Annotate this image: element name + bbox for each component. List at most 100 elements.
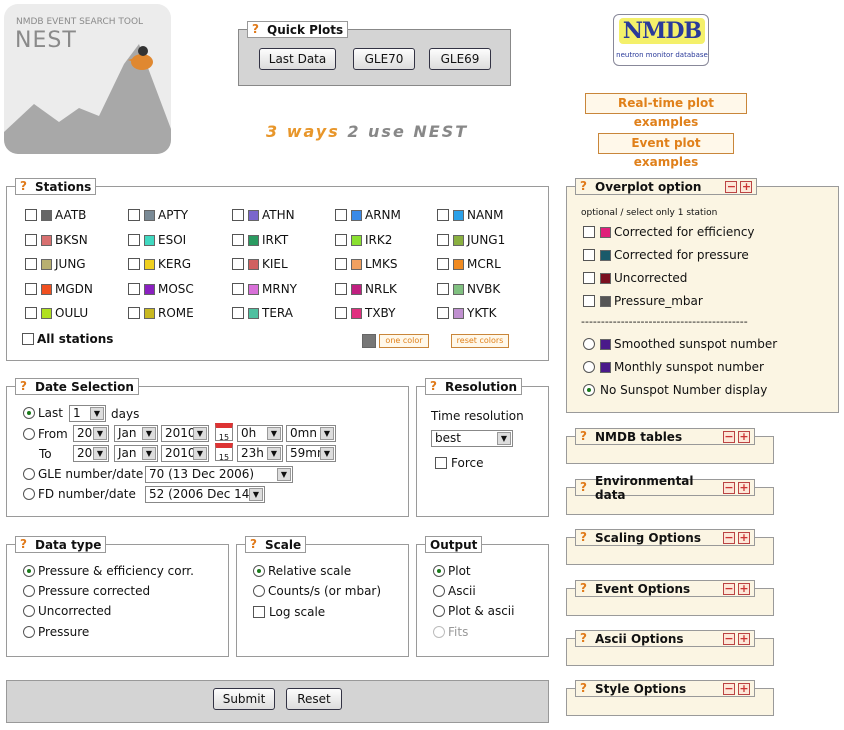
- counts-option[interactable]: Counts/s (or mbar): [253, 584, 381, 598]
- panel-legend[interactable]: ? Ascii Options − +: [575, 630, 755, 647]
- collapse-icon[interactable]: −: [723, 632, 735, 645]
- panel-legend[interactable]: ? Scaling Options − +: [575, 529, 755, 546]
- overplot-color-swatch[interactable]: [600, 226, 611, 238]
- from-month-select[interactable]: Jan ▼: [114, 425, 158, 442]
- collapse-icon[interactable]: −: [723, 531, 735, 544]
- station-color-swatch[interactable]: [144, 307, 155, 319]
- help-icon[interactable]: ?: [577, 429, 590, 444]
- last-days-select[interactable]: 1 ▼: [69, 405, 106, 422]
- help-icon[interactable]: ?: [17, 379, 30, 394]
- station-color-swatch[interactable]: [453, 283, 464, 295]
- station-color-swatch[interactable]: [351, 283, 362, 295]
- output-radio[interactable]: [433, 585, 445, 597]
- resolution-select[interactable]: best ▼: [431, 430, 513, 447]
- station-option[interactable]: ATHN: [232, 208, 295, 222]
- station-color-swatch[interactable]: [41, 283, 52, 295]
- station-option[interactable]: ARNM: [335, 208, 401, 222]
- station-color-swatch[interactable]: [41, 234, 52, 246]
- station-checkbox[interactable]: [335, 307, 347, 319]
- station-checkbox[interactable]: [437, 234, 449, 246]
- station-checkbox[interactable]: [25, 234, 37, 246]
- nmdb-logo[interactable]: NMDB neutron monitor database: [613, 14, 709, 66]
- from-option[interactable]: From: [23, 427, 68, 441]
- station-checkbox[interactable]: [335, 258, 347, 270]
- to-year-select[interactable]: 2010 ▼: [161, 445, 209, 462]
- output-option[interactable]: Plot & ascii: [433, 604, 514, 618]
- output-radio[interactable]: [433, 565, 445, 577]
- from-day-select[interactable]: 20 ▼: [73, 425, 109, 442]
- log-scale-option[interactable]: Log scale: [253, 605, 325, 619]
- gle-radio[interactable]: [23, 468, 35, 480]
- station-option[interactable]: IRKT: [232, 233, 288, 247]
- expand-icon[interactable]: +: [738, 682, 750, 695]
- station-option[interactable]: TXBY: [335, 306, 395, 320]
- station-color-swatch[interactable]: [144, 258, 155, 270]
- station-option[interactable]: JUNG: [25, 257, 86, 271]
- station-checkbox[interactable]: [128, 234, 140, 246]
- output-radio[interactable]: [433, 605, 445, 617]
- overplot-checkbox[interactable]: [583, 226, 595, 238]
- last-data-button[interactable]: Last Data: [259, 48, 336, 70]
- one-color-swatch[interactable]: [362, 334, 376, 348]
- station-color-swatch[interactable]: [144, 209, 155, 221]
- from-minute-select[interactable]: 0mn ▼: [286, 425, 336, 442]
- help-icon[interactable]: ?: [577, 179, 590, 194]
- datatype-radio[interactable]: [23, 565, 35, 577]
- panel-legend[interactable]: ? Event Options − +: [575, 580, 755, 597]
- all-stations-checkbox[interactable]: [22, 333, 34, 345]
- station-checkbox[interactable]: [437, 209, 449, 221]
- station-checkbox[interactable]: [25, 283, 37, 295]
- help-icon[interactable]: ?: [577, 480, 590, 495]
- sunspot-color-swatch[interactable]: [600, 361, 611, 373]
- station-checkbox[interactable]: [25, 307, 37, 319]
- sunspot-radio[interactable]: [583, 384, 595, 396]
- calendar-icon[interactable]: 15: [215, 443, 233, 462]
- datatype-option[interactable]: Pressure corrected: [23, 584, 150, 598]
- station-checkbox[interactable]: [232, 258, 244, 270]
- help-icon[interactable]: ?: [427, 379, 440, 394]
- realtime-examples-link[interactable]: Real-time plot examples: [585, 93, 747, 129]
- station-color-swatch[interactable]: [351, 234, 362, 246]
- overplot-color-swatch[interactable]: [600, 295, 611, 307]
- sunspot-radio[interactable]: [583, 338, 595, 350]
- station-option[interactable]: KERG: [128, 257, 191, 271]
- station-option[interactable]: MOSC: [128, 282, 194, 296]
- station-color-swatch[interactable]: [453, 307, 464, 319]
- overplot-checkbox[interactable]: [583, 295, 595, 307]
- gle-select[interactable]: 70 (13 Dec 2006) ▼: [145, 466, 293, 483]
- force-checkbox[interactable]: [435, 457, 447, 469]
- force-option[interactable]: Force: [435, 456, 483, 470]
- collapse-icon[interactable]: −: [723, 430, 735, 443]
- expand-icon[interactable]: +: [738, 481, 750, 494]
- station-option[interactable]: IRK2: [335, 233, 392, 247]
- station-color-swatch[interactable]: [248, 307, 259, 319]
- datatype-option[interactable]: Pressure & efficiency corr.: [23, 564, 194, 578]
- sunspot-option[interactable]: No Sunspot Number display: [583, 383, 767, 397]
- station-color-swatch[interactable]: [144, 234, 155, 246]
- station-option[interactable]: APTY: [128, 208, 188, 222]
- to-hour-select[interactable]: 23h ▼: [237, 445, 283, 462]
- station-checkbox[interactable]: [437, 258, 449, 270]
- overplot-option[interactable]: Uncorrected: [583, 271, 687, 285]
- station-option[interactable]: OULU: [25, 306, 88, 320]
- sunspot-color-swatch[interactable]: [600, 338, 611, 350]
- station-color-swatch[interactable]: [248, 209, 259, 221]
- station-checkbox[interactable]: [437, 283, 449, 295]
- station-option[interactable]: ESOI: [128, 233, 186, 247]
- expand-icon[interactable]: +: [740, 180, 753, 193]
- station-color-swatch[interactable]: [41, 209, 52, 221]
- one-color-button[interactable]: one color: [379, 334, 429, 348]
- overplot-option[interactable]: Corrected for efficiency: [583, 225, 755, 239]
- fd-option[interactable]: FD number/date: [23, 487, 136, 501]
- overplot-option[interactable]: Pressure_mbar: [583, 294, 703, 308]
- station-color-swatch[interactable]: [248, 283, 259, 295]
- station-option[interactable]: MCRL: [437, 257, 501, 271]
- to-day-select[interactable]: 20 ▼: [73, 445, 109, 462]
- station-checkbox[interactable]: [335, 234, 347, 246]
- help-icon[interactable]: ?: [247, 537, 260, 552]
- help-icon[interactable]: ?: [17, 179, 30, 194]
- overplot-checkbox[interactable]: [583, 272, 595, 284]
- tagline[interactable]: 3 ways 2 use NEST: [266, 122, 468, 141]
- station-option[interactable]: MGDN: [25, 282, 93, 296]
- station-option[interactable]: KIEL: [232, 257, 288, 271]
